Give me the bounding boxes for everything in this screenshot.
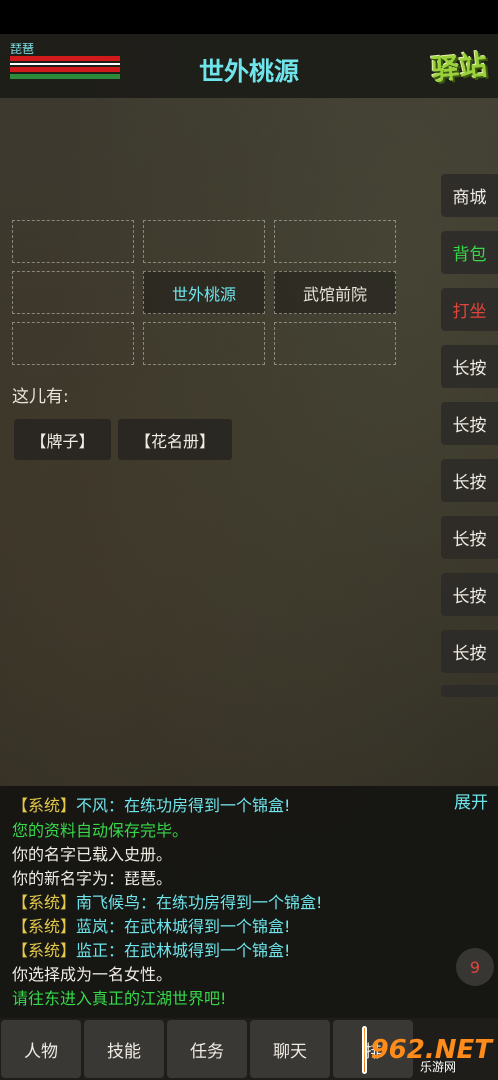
chat-line: 【系统】蓝岚：在武林城得到一个锦盒! bbox=[12, 913, 290, 937]
side-button-hold-5[interactable]: 长按 bbox=[441, 573, 498, 616]
system-tag: 【系统】 bbox=[12, 796, 77, 815]
chat-line: 你的新名字为：琵琶。 bbox=[12, 869, 173, 888]
side-button-hold-3[interactable]: 长按 bbox=[441, 459, 498, 502]
map-cell-nw[interactable] bbox=[12, 220, 134, 263]
side-button-shop[interactable]: 商城 bbox=[441, 174, 498, 217]
chat-line: 你选择成为一名女性。 bbox=[12, 965, 173, 984]
map-cell-sw[interactable] bbox=[12, 322, 134, 365]
system-tag: 【系统】 bbox=[12, 941, 77, 960]
map-cell-current[interactable]: 世外桃源 bbox=[143, 271, 265, 314]
chat-text: 监正：在武林城得到一个锦盒! bbox=[76, 941, 291, 960]
side-button-hold-4[interactable]: 长按 bbox=[441, 516, 498, 559]
chat-line: 你的名字已载入史册。 bbox=[12, 845, 173, 864]
unread-count-badge[interactable]: 9 bbox=[456, 948, 494, 986]
chat-line: 请往东进入真正的江湖世界吧! bbox=[12, 989, 227, 1008]
map-cell-w[interactable] bbox=[12, 271, 134, 314]
chat-log[interactable]: 展开 【系统】不风：在练功房得到一个锦盒! 您的资料自动保存完毕。 你的名字已载… bbox=[0, 786, 498, 1018]
chat-line: 【系统】南飞候鸟：在练功房得到一个锦盒! bbox=[12, 889, 322, 913]
object-button-sign[interactable]: 【牌子】 bbox=[14, 419, 111, 460]
nav-quests[interactable]: 任务 bbox=[167, 1020, 247, 1078]
side-button-bag[interactable]: 背包 bbox=[441, 231, 498, 274]
here-label: 这儿有: bbox=[12, 387, 69, 407]
map-cell-s[interactable] bbox=[143, 322, 265, 365]
map-cell-e[interactable]: 武馆前院 bbox=[274, 271, 396, 314]
chat-line: 您的资料自动保存完毕。 bbox=[12, 821, 189, 840]
system-tag: 【系统】 bbox=[12, 893, 77, 912]
system-tag: 【系统】 bbox=[12, 917, 77, 936]
side-button-hold-2[interactable]: 长按 bbox=[441, 402, 498, 445]
side-button-hold-1[interactable]: 长按 bbox=[441, 345, 498, 388]
map-cell-n[interactable] bbox=[143, 220, 265, 263]
top-bar: 琵琶 世外桃源 驿站 bbox=[0, 34, 498, 98]
chat-line: 【系统】不风：在练功房得到一个锦盒! bbox=[12, 792, 290, 816]
yizhan-logo[interactable]: 驿站 bbox=[424, 41, 494, 92]
watermark-subtext: 乐游网 bbox=[420, 1060, 457, 1074]
chat-line: 【系统】监正：在武林城得到一个锦盒! bbox=[12, 937, 290, 961]
chat-text: 不风：在练功房得到一个锦盒! bbox=[76, 796, 291, 815]
map-cell-ne[interactable] bbox=[274, 220, 396, 263]
chat-text: 蓝岚：在武林城得到一个锦盒! bbox=[76, 917, 291, 936]
side-button-partial[interactable] bbox=[441, 685, 498, 697]
site-watermark: 962.NET 乐游网 bbox=[362, 1024, 492, 1076]
watermark-logo-icon bbox=[362, 1026, 367, 1074]
map-cell-se[interactable] bbox=[274, 322, 396, 365]
nav-skills[interactable]: 技能 bbox=[84, 1020, 164, 1078]
system-status-bar bbox=[0, 0, 498, 34]
side-button-hold-6[interactable]: 长按 bbox=[441, 630, 498, 673]
location-title: 世外桃源 bbox=[198, 57, 299, 86]
expand-chat-button[interactable]: 展开 bbox=[454, 788, 488, 813]
nav-character[interactable]: 人物 bbox=[1, 1020, 81, 1078]
chat-text: 南飞候鸟：在练功房得到一个锦盒! bbox=[76, 893, 323, 912]
nav-chat[interactable]: 聊天 bbox=[250, 1020, 330, 1078]
side-button-meditate[interactable]: 打坐 bbox=[441, 288, 498, 331]
object-button-roster[interactable]: 【花名册】 bbox=[118, 419, 232, 460]
